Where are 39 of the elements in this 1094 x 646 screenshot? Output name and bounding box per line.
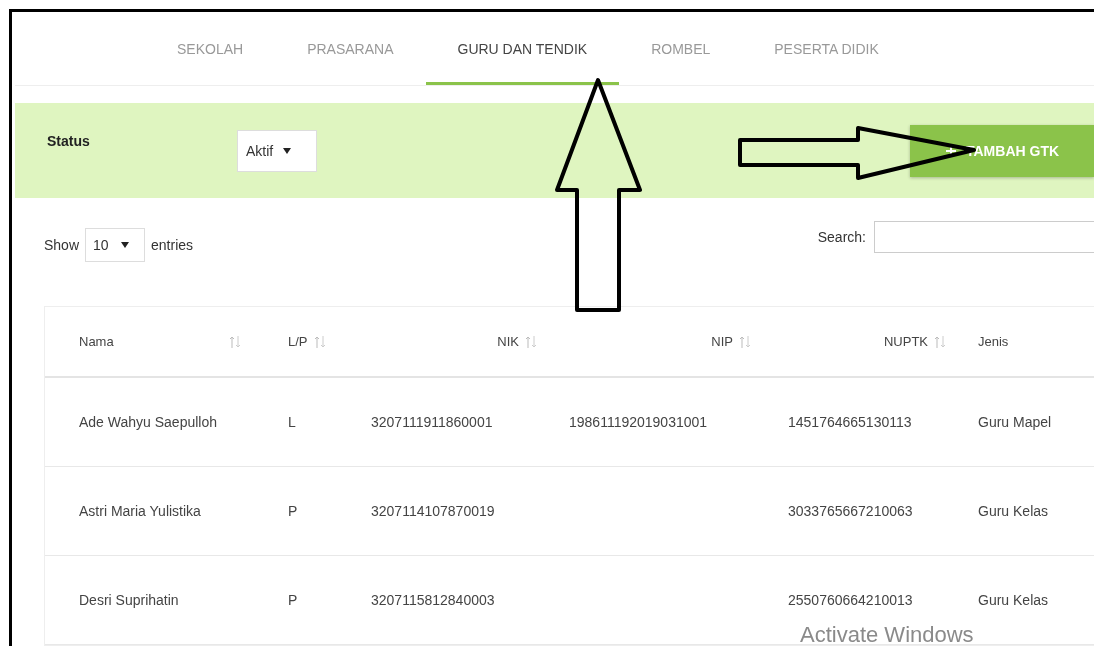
- table-cell: Astri Maria Yulistika: [79, 503, 201, 519]
- status-label: Status: [47, 133, 91, 149]
- table-cell: Ade Wahyu Saepulloh: [79, 414, 218, 430]
- table-cell: P: [288, 592, 298, 608]
- column-header[interactable]: Jenis: [978, 334, 1009, 349]
- table-cell: 3207114107870019: [371, 503, 495, 519]
- entries-select[interactable]: 10: [85, 228, 146, 262]
- column-header[interactable]: L/P: [288, 334, 308, 349]
- entries-label: entries: [151, 237, 194, 253]
- search-label: Search:: [817, 229, 866, 245]
- plus-icon: [946, 145, 956, 156]
- sort-icon[interactable]: [739, 334, 751, 349]
- column-header[interactable]: NIP: [711, 334, 733, 349]
- table-cell: 3033765667210063: [788, 503, 913, 519]
- caret-icon: [283, 147, 292, 154]
- sort-icon[interactable]: [525, 334, 537, 349]
- table-cell: Guru Kelas: [978, 503, 1049, 519]
- activate-windows-notice: Activate Windows: [800, 622, 974, 646]
- search-field[interactable]: [874, 221, 1094, 253]
- column-header[interactable]: NUPTK: [883, 334, 928, 349]
- table-cell: L: [288, 414, 296, 430]
- column-header[interactable]: NIK: [497, 334, 519, 349]
- column-header[interactable]: Nama: [79, 334, 114, 349]
- table-cell: Guru Kelas: [978, 592, 1049, 608]
- table-cell: 198611192019031001: [569, 414, 708, 430]
- table-cell: 3207115812840003: [371, 592, 495, 608]
- nav-tab[interactable]: GURU DAN TENDIK: [425, 15, 620, 85]
- sort-icon[interactable]: [934, 334, 946, 349]
- table-cell: 1451764665130113: [788, 414, 912, 430]
- table-cell: Desri Suprihatin: [79, 592, 179, 608]
- table-cell: 2550760664210013: [788, 592, 913, 608]
- caret-icon: [120, 242, 129, 248]
- table-cell: Guru Mapel: [978, 414, 1052, 430]
- table-cell: P: [288, 503, 298, 519]
- show-label: Show: [44, 237, 80, 253]
- table-cell: 3207111911860001: [371, 414, 493, 430]
- sort-icon[interactable]: [229, 334, 241, 349]
- status-select[interactable]: Aktif: [237, 129, 317, 172]
- sort-icon[interactable]: [313, 334, 326, 349]
